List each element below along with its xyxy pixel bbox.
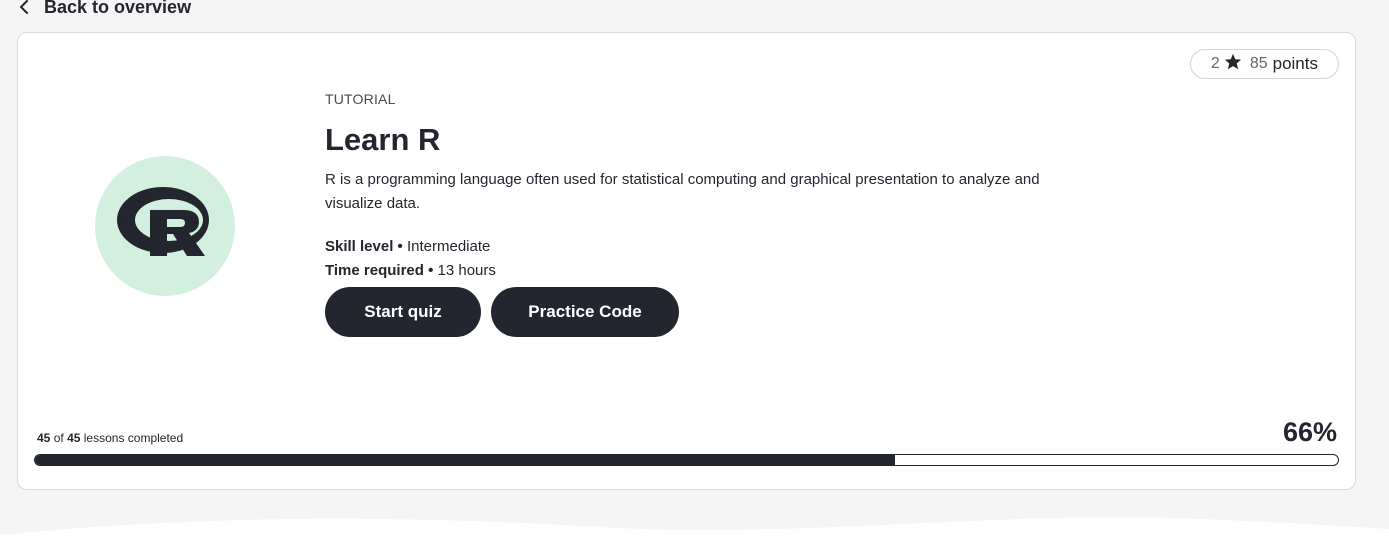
r-language-logo-icon: [115, 184, 215, 269]
chevron-left-icon: [18, 0, 30, 15]
lessons-progress-text: 45 of 45 lessons completed: [37, 431, 183, 445]
start-quiz-button[interactable]: Start quiz: [325, 287, 481, 337]
lessons-of-text: of: [53, 431, 64, 445]
course-details: TUTORIAL Learn R R is a programming lang…: [325, 91, 1085, 337]
skill-level-row: Skill level • Intermediate: [325, 238, 491, 255]
course-description: R is a programming language often used f…: [325, 171, 1040, 212]
points-label: points: [1272, 54, 1318, 73]
star-icon: [1224, 53, 1242, 75]
progress-percent: 66%: [1282, 417, 1337, 447]
time-required-label: Time required: [325, 262, 424, 279]
progress-bar-fill: [35, 455, 895, 465]
time-required-row: Time required • 13 hours: [325, 262, 496, 279]
course-meta: Skill level • Intermediate Time required…: [325, 235, 1085, 283]
progress-bar: [34, 454, 1339, 466]
tutorial-card: 2 85 points TUTORIAL Learn R R is a prog…: [17, 32, 1356, 490]
skill-level-value: Intermediate: [406, 238, 491, 255]
back-link-label: Back to overview: [44, 0, 192, 17]
action-buttons: Start quiz Practice Code: [325, 287, 1085, 337]
practice-code-button[interactable]: Practice Code: [491, 287, 679, 337]
time-required-value: 13 hours: [437, 262, 496, 279]
points-value: 85: [1249, 55, 1268, 72]
lessons-total-count: 45: [67, 431, 81, 445]
star-count: 2: [1210, 55, 1220, 72]
course-type: TUTORIAL: [325, 91, 396, 107]
course-logo: [95, 156, 235, 296]
decorative-wave: [0, 517, 1389, 554]
course-title: Learn R: [325, 122, 441, 157]
skill-level-label: Skill level: [325, 238, 394, 255]
lessons-completed-count: 45: [37, 431, 51, 445]
back-to-overview-link[interactable]: Back to overview: [18, 0, 191, 19]
points-badge: 2 85 points: [1189, 49, 1339, 79]
lessons-suffix: lessons completed: [83, 431, 184, 445]
